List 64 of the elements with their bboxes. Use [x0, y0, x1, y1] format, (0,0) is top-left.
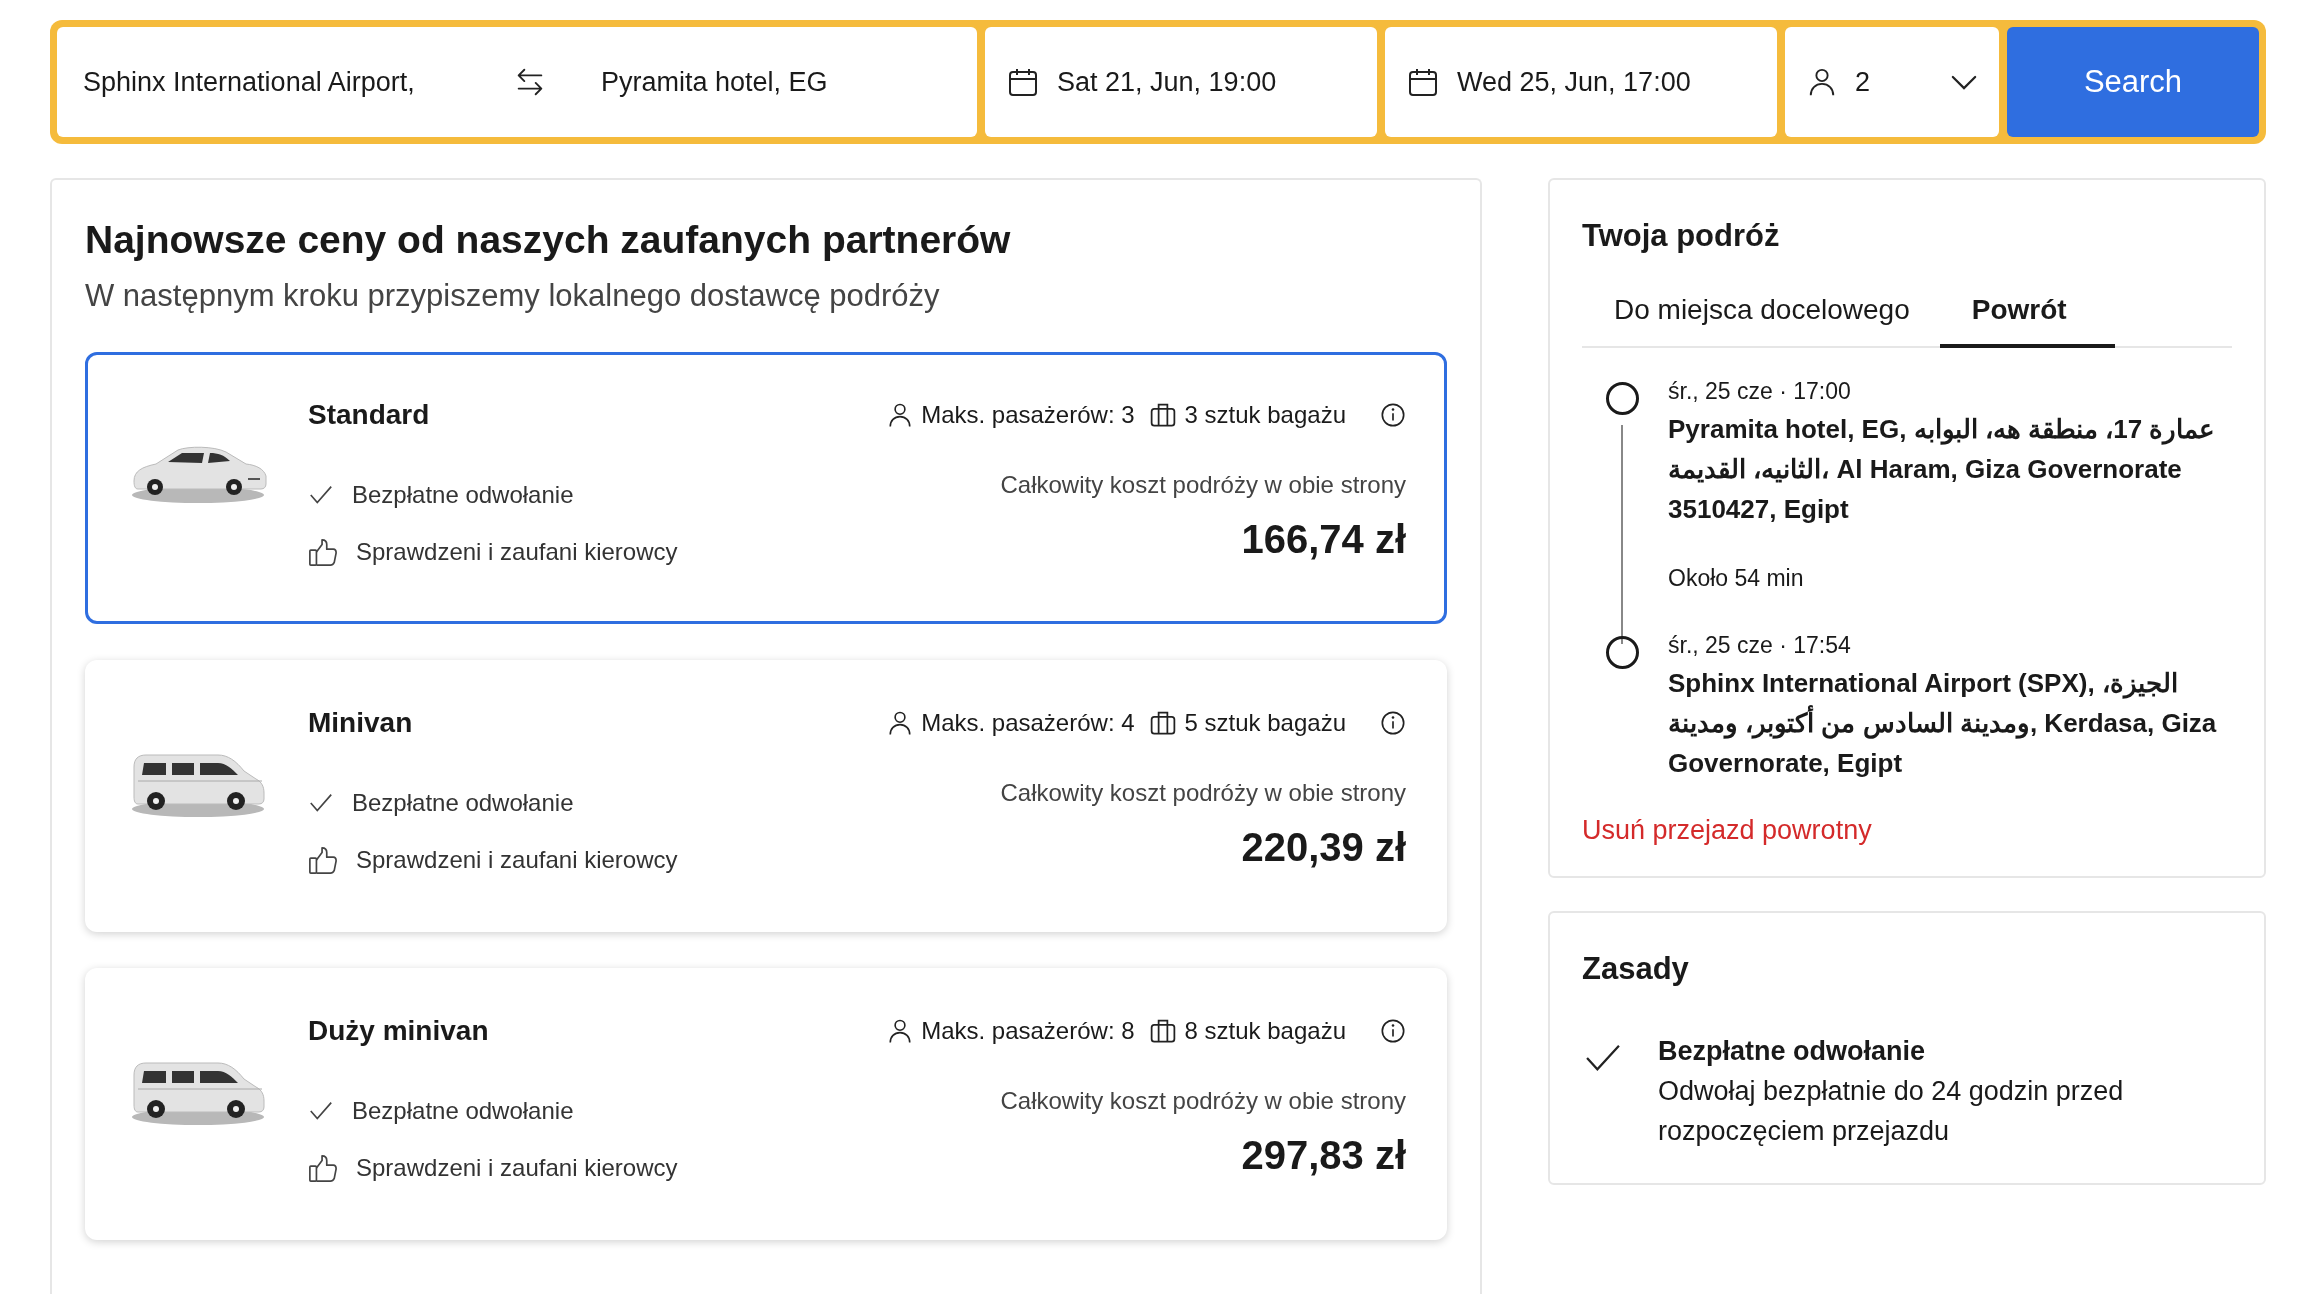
vehicle-name: Standard: [308, 399, 430, 431]
price-label: Całkowity koszt podróży w obie strony: [1000, 471, 1406, 499]
price-label: Całkowity koszt podróży w obie strony: [1000, 779, 1406, 807]
remove-return-link[interactable]: Usuń przejazd powrotny: [1582, 815, 2232, 846]
luggage-text: 3 sztuk bagażu: [1184, 401, 1346, 429]
offers-subtitle: W następnym kroku przypiszemy lokalnego dostawcę podróży: [85, 278, 941, 314]
info-icon[interactable]: [1380, 1018, 1406, 1044]
max-passengers-text: Maks. pasażerów: 4: [921, 709, 1135, 737]
direction-tab[interactable]: Do miejsca docelowego: [1582, 276, 1940, 348]
stop-circle-icon: [1605, 382, 1639, 415]
stop-address: Sphinx International Airport (SPX), الجيزة، ومدينة السادس من أكتوبر، ومدينة, Kerdasa, Giza Governorate, Egipt: [1668, 667, 2218, 780]
vehicle-name: Duży minivan: [308, 1015, 489, 1047]
person-icon: [1807, 66, 1837, 98]
max-passengers-text: Maks. pasażerów: 8: [921, 1017, 1135, 1045]
stop-time: śr., 25 cze · 17:00: [1668, 378, 1852, 405]
price-label: Całkowity koszt podróży w obie strony: [1000, 1087, 1406, 1115]
checkmark-icon: [1584, 1043, 1622, 1073]
luggage-text: 8 sztuk bagażu: [1184, 1017, 1346, 1045]
feature-text: Bezpłatne odwołanie: [352, 481, 574, 509]
stop-time: śr., 25 cze · 17:54: [1668, 632, 1852, 659]
feature-text: Sprawdzeni i zaufani kierowcy: [356, 538, 678, 566]
luggage-icon: [1148, 709, 1177, 737]
calendar-icon: [1407, 66, 1439, 98]
thumbs-up-icon: [308, 845, 338, 875]
info-icon[interactable]: [1380, 402, 1406, 428]
return-date-field[interactable]: Wed 25, Jun, 17:00: [1385, 27, 1777, 137]
stop-circle-icon: [1605, 636, 1639, 669]
feature-text: Sprawdzeni i zaufani kierowcy: [356, 846, 678, 874]
rules-title: Zasady: [1582, 951, 1690, 987]
trip-title: Twoja podróż: [1582, 218, 1781, 254]
pickup-date-field[interactable]: Sat 21, Jun, 19:00: [985, 27, 1377, 137]
max-passengers-text: Maks. pasażerów: 3: [921, 401, 1135, 429]
luggage-icon: [1148, 1017, 1177, 1045]
rule-description: Odwołaj bezpłatnie do 24 godzin przed rozpoczęciem przejazdu: [1658, 1075, 2125, 1148]
feature-text: Sprawdzeni i zaufani kierowcy: [356, 1154, 678, 1182]
search-button[interactable]: Search: [2007, 27, 2259, 137]
route-field[interactable]: Sphinx International Airport, Pyramita hotel, EG: [57, 27, 977, 137]
feature-text: Bezpłatne odwołanie: [352, 789, 574, 817]
duration-text: Około 54 min: [1668, 565, 1805, 592]
direction-tab[interactable]: Powrót: [1939, 276, 2115, 348]
passengers-count: 2: [1855, 66, 1871, 98]
price-text: 220,39 zł: [1241, 825, 1406, 870]
price-text: 166,74 zł: [1241, 517, 1406, 562]
pickup-date-text: Sat 21, Jun, 19:00: [1057, 66, 1277, 98]
stop-address: Pyramita hotel, EG, عمارة 17، منطقة هه، البوابه الثانيه، القديمة، Al Haram, Giza Governorate 3510427, Egipt: [1668, 413, 2217, 526]
vehicle-name: Minivan: [308, 707, 413, 739]
vehicle-card[interactable]: Standard Maks. pasażerów: 3 3 sztuk bagażu Bezpłatne odwołanie Sprawdzeni i zaufani kierowcy Całkowity koszt podróży w obie strony 166,74 zł: [85, 352, 1447, 624]
return-date-text: Wed 25, Jun, 17:00: [1457, 66, 1691, 98]
feature-text: Bezpłatne odwołanie: [352, 1097, 574, 1125]
vehicle-card[interactable]: Duży minivan Maks. pasażerów: 8 8 sztuk bagażu Bezpłatne odwołanie Sprawdzeni i zaufani kierowcy Całkowity koszt podróży w obie strony 297,83 zł: [85, 968, 1447, 1240]
thumbs-up-icon: [308, 537, 338, 567]
chevron-down-icon: [1951, 74, 1977, 90]
luggage-text: 5 sztuk bagażu: [1184, 709, 1346, 737]
dropoff-text: Pyramita hotel, EG: [601, 66, 828, 98]
thumbs-up-icon: [308, 1153, 338, 1183]
price-text: 297,83 zł: [1241, 1133, 1406, 1178]
pickup-text: Sphinx International Airport,: [83, 66, 416, 98]
offers-heading: Najnowsze ceny od naszych zaufanych partnerów: [85, 218, 1012, 262]
calendar-icon: [1007, 66, 1039, 98]
rule-title: Bezpłatne odwołanie: [1658, 1035, 1927, 1068]
passengers-dropdown[interactable]: 2: [1785, 27, 1999, 137]
info-icon[interactable]: [1380, 710, 1406, 736]
luggage-icon: [1148, 401, 1177, 429]
vehicle-card[interactable]: Minivan Maks. pasażerów: 4 5 sztuk bagażu Bezpłatne odwołanie Sprawdzeni i zaufani kierowcy Całkowity koszt podróży w obie strony 220,39 zł: [85, 660, 1447, 932]
